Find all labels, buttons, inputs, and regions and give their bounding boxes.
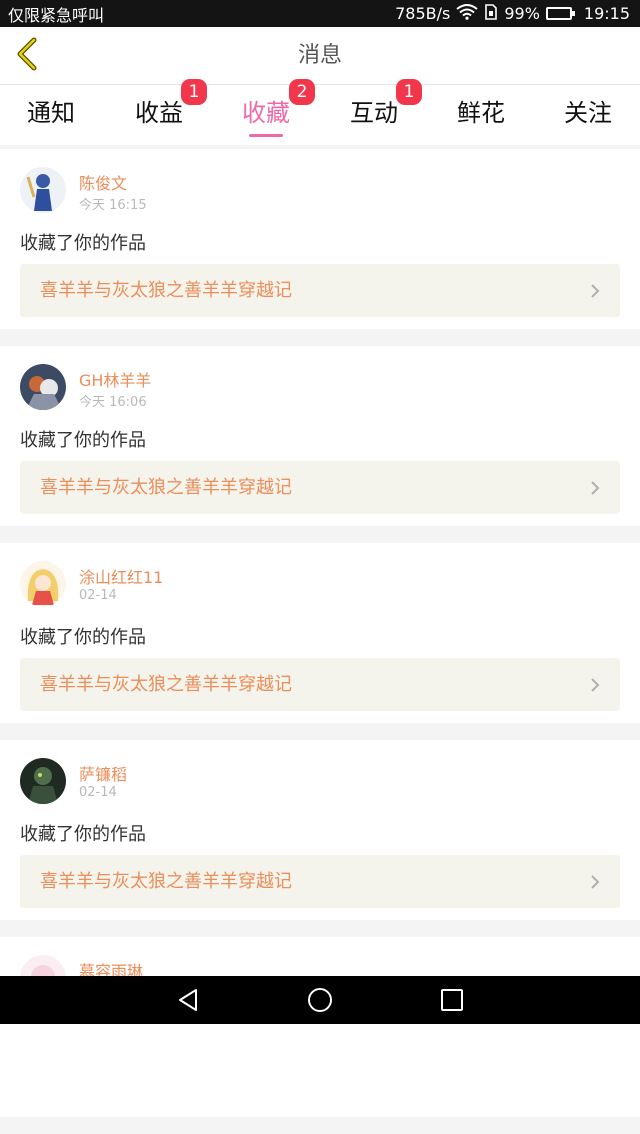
chevron-left-icon xyxy=(15,37,39,75)
timestamp: 今天 16:06 xyxy=(79,395,147,410)
chevron-right-icon xyxy=(590,480,600,500)
work-title: 喜羊羊与灰太狼之善羊羊穿越记 xyxy=(40,871,292,892)
tab-notifications[interactable]: 通知 xyxy=(11,85,91,145)
app-header: 消息 xyxy=(0,27,640,85)
status-icons: 785B/s 99% 19:15 xyxy=(395,3,630,24)
back-button[interactable] xyxy=(10,36,44,76)
battery-percent: 99% xyxy=(504,4,540,23)
list-item: 涂山红红11 02-14 收藏了你的作品 喜羊羊与灰太狼之善羊羊穿越记 xyxy=(0,543,640,723)
avatar[interactable] xyxy=(20,561,66,607)
nav-home-button[interactable] xyxy=(290,976,350,1024)
chevron-right-icon xyxy=(590,874,600,894)
avatar[interactable] xyxy=(20,758,66,804)
active-tab-indicator xyxy=(249,134,283,137)
tab-follows[interactable]: 关注 xyxy=(548,85,628,145)
work-link[interactable]: 喜羊羊与灰太狼之善羊羊穿越记 xyxy=(20,264,620,317)
wifi-icon xyxy=(456,3,478,24)
unread-badge: 1 xyxy=(181,79,207,105)
tab-interactions[interactable]: 互动 1 xyxy=(334,79,422,145)
network-speed: 785B/s xyxy=(395,4,451,23)
work-link[interactable]: 喜羊羊与灰太狼之善羊羊穿越记 xyxy=(20,461,620,514)
unread-badge: 1 xyxy=(396,79,422,105)
username[interactable]: 萨镰稻 xyxy=(79,761,127,785)
action-text: 收藏了你的作品 xyxy=(20,233,146,254)
action-text: 收藏了你的作品 xyxy=(20,430,146,451)
list-item: 慕容雨琳 xyxy=(0,937,640,1117)
action-text: 收藏了你的作品 xyxy=(20,824,146,845)
list-item: 陈俊文 今天 16:15 收藏了你的作品 喜羊羊与灰太狼之善羊羊穿越记 xyxy=(0,149,640,329)
sim-icon xyxy=(484,3,498,24)
list-item: GH林羊羊 今天 16:06 收藏了你的作品 喜羊羊与灰太狼之善羊羊穿越记 xyxy=(0,346,640,526)
clock: 19:15 xyxy=(583,4,630,23)
timestamp: 今天 16:15 xyxy=(79,198,147,213)
avatar[interactable] xyxy=(20,364,66,410)
page-title: 消息 xyxy=(297,43,342,68)
work-title: 喜羊羊与灰太狼之善羊羊穿越记 xyxy=(40,674,292,695)
system-nav-bar xyxy=(0,976,640,1024)
username[interactable]: 陈俊文 xyxy=(79,170,127,194)
timestamp: 02-14 xyxy=(79,785,117,800)
unread-badge: 2 xyxy=(289,79,315,105)
message-tabs: 通知 收益 1 收藏 2 互动 1 鲜花 关注 xyxy=(0,79,640,145)
list-item: 萨镰稻 02-14 收藏了你的作品 喜羊羊与灰太狼之善羊羊穿越记 xyxy=(0,740,640,920)
work-link[interactable]: 喜羊羊与灰太狼之善羊羊穿越记 xyxy=(20,855,620,908)
avatar[interactable] xyxy=(20,167,66,213)
battery-icon xyxy=(545,7,575,20)
nav-recents-button[interactable] xyxy=(422,976,482,1024)
chevron-right-icon xyxy=(590,283,600,303)
timestamp: 02-14 xyxy=(79,588,117,603)
nav-back-button[interactable] xyxy=(158,976,218,1024)
username[interactable]: 涂山红红11 xyxy=(79,564,163,588)
work-title: 喜羊羊与灰太狼之善羊羊穿越记 xyxy=(40,477,292,498)
tab-earnings[interactable]: 收益 1 xyxy=(119,79,207,145)
tab-flowers[interactable]: 鲜花 xyxy=(441,85,521,145)
work-title: 喜羊羊与灰太狼之善羊羊穿越记 xyxy=(40,280,292,301)
work-link[interactable]: 喜羊羊与灰太狼之善羊羊穿越记 xyxy=(20,658,620,711)
status-bar: 仅限紧急呼叫 785B/s 99% 19:15 xyxy=(0,0,640,27)
carrier-text: 仅限紧急呼叫 xyxy=(8,5,105,25)
tab-label: 鲜花 xyxy=(457,99,505,127)
chevron-right-icon xyxy=(590,677,600,697)
tab-label: 关注 xyxy=(564,99,612,127)
tab-label: 通知 xyxy=(27,99,75,127)
action-text: 收藏了你的作品 xyxy=(20,627,146,648)
tab-favorites[interactable]: 收藏 2 xyxy=(226,79,315,145)
username[interactable]: GH林羊羊 xyxy=(79,367,151,391)
